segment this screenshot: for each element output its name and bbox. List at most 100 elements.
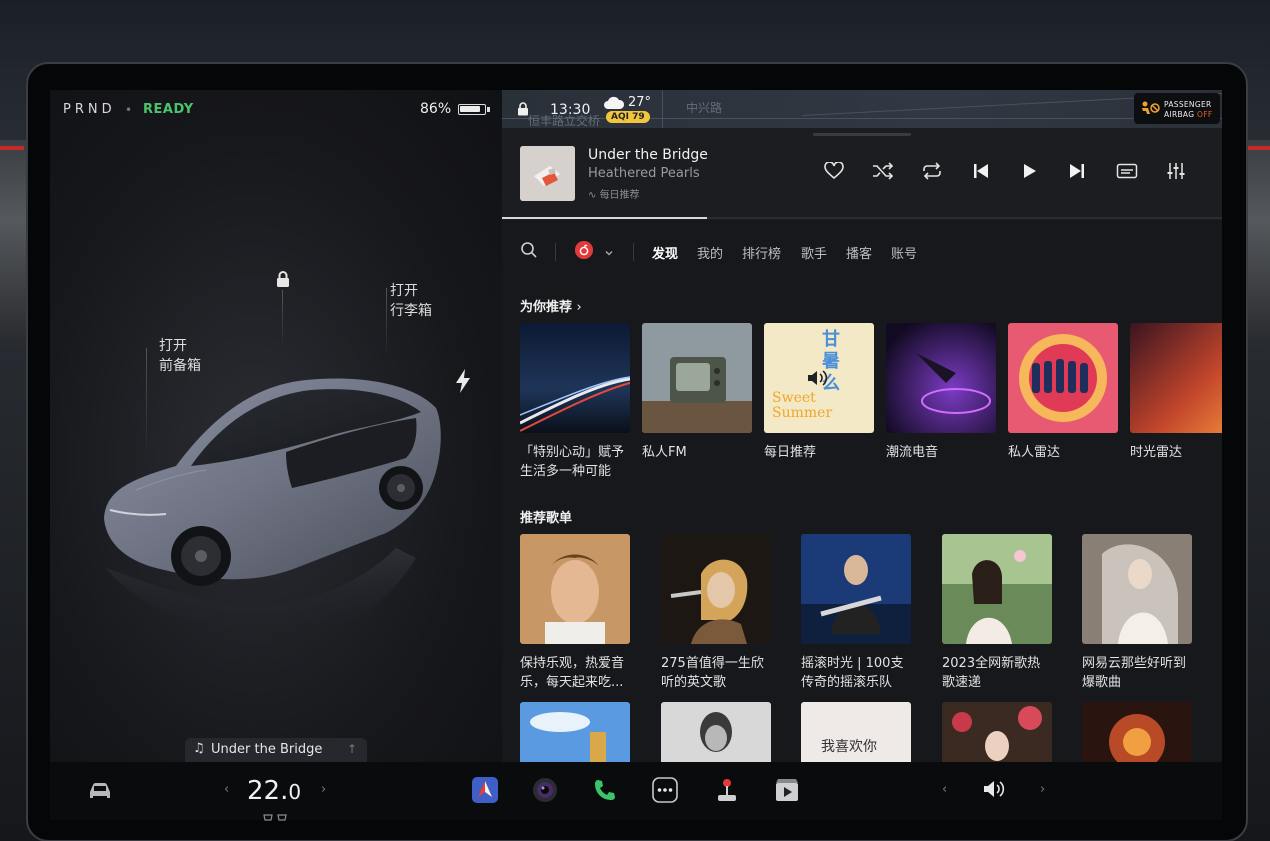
previous-track-icon[interactable]	[972, 162, 990, 184]
airbag-label-line2: AIRBAG OFF	[1164, 110, 1212, 119]
touchscreen-bezel: PRND • READY 86% 打开 前备箱 打开 行李箱 ♫ Under t…	[26, 62, 1248, 841]
charge-port-icon[interactable]	[454, 368, 472, 398]
tile-caption: 私人FM	[642, 443, 752, 462]
camera-app-icon[interactable]	[532, 777, 558, 807]
drag-handle[interactable]	[813, 133, 911, 136]
playlist-tile[interactable]: 保持乐观，热爱音 乐，每天起来吃...	[520, 534, 630, 692]
playlist-tile[interactable]	[520, 702, 630, 762]
gear-indicator: PRND	[63, 102, 116, 117]
tile-caption-line: 生活多一种可能	[520, 464, 612, 479]
chevron-up-icon[interactable]: ↑	[347, 742, 357, 756]
car-panel: PRND • READY 86% 打开 前备箱 打开 行李箱 ♫ Under t…	[50, 90, 502, 762]
track-title: Under the Bridge	[588, 147, 708, 163]
recommend-tile[interactable]: 潮流电音	[886, 323, 996, 462]
aqi-badge: AQI 79	[606, 111, 650, 123]
temp-decrease-icon[interactable]: ‹	[224, 782, 229, 797]
repeat-icon[interactable]	[921, 162, 943, 184]
playlist-tile[interactable]: 2023全网新歌热 歌速递	[942, 534, 1052, 692]
recommend-section-title[interactable]: 为你推荐 ›	[520, 296, 582, 315]
playlist-tile[interactable]: 我喜欢你	[801, 702, 911, 762]
tile-cover	[520, 534, 630, 644]
search-icon[interactable]	[520, 241, 538, 263]
playlist-tile[interactable]: 摇滚时光 | 100支 传奇的摇滚乐队	[801, 534, 911, 692]
tile-cover	[942, 702, 1052, 762]
clock: 13:30	[550, 102, 591, 118]
equalizer-icon[interactable]	[1166, 162, 1186, 184]
tile-caption-line: 听的英文歌	[661, 675, 727, 690]
netease-music-logo-icon[interactable]	[575, 241, 593, 259]
nav-tabs: 发现 我的 排行榜 歌手 播客 账号	[502, 232, 1222, 266]
seat-heater-icon[interactable]	[262, 808, 290, 827]
tile-caption-line: 网易云那些好听到	[1082, 656, 1187, 671]
tile-caption-line: 潮流电音	[886, 445, 939, 460]
tile-cover: 我喜欢你	[801, 702, 911, 762]
tab-discover[interactable]: 发现	[652, 243, 678, 262]
trunk-label-line2: 行李箱	[390, 303, 432, 319]
recommend-tile[interactable]: 时光雷达	[1130, 323, 1222, 462]
cabin-temperature[interactable]: 22.0	[247, 776, 301, 806]
playlist-tile[interactable]	[1082, 702, 1192, 762]
tab-podcasts[interactable]: 播客	[846, 243, 872, 262]
tile-caption: 2023全网新歌热 歌速递	[942, 654, 1052, 692]
tile-caption: 网易云那些好听到 爆歌曲	[1082, 654, 1192, 692]
display: PRND • READY 86% 打开 前备箱 打开 行李箱 ♫ Under t…	[50, 90, 1222, 762]
playlist-tile[interactable]: 网易云那些好听到 爆歌曲	[1082, 534, 1192, 692]
volume-increase-icon[interactable]: ›	[1040, 782, 1045, 797]
playlist-tile[interactable]	[661, 702, 771, 762]
now-playing-bar[interactable]: Under the Bridge Heathered Pearls ∿ 每日推荐	[502, 128, 1222, 220]
recommend-tile[interactable]: 私人FM	[642, 323, 752, 462]
shuffle-icon[interactable]	[872, 162, 894, 184]
more-apps-icon[interactable]	[652, 777, 678, 807]
open-trunk-button[interactable]: 打开 行李箱	[390, 281, 432, 321]
tile-caption-line: 歌速递	[942, 675, 982, 690]
album-art[interactable]	[520, 146, 575, 201]
lyrics-icon[interactable]	[1116, 162, 1138, 184]
theater-clapper-icon[interactable]	[774, 777, 800, 807]
recommend-title-text: 为你推荐	[520, 300, 573, 315]
playlist-tile[interactable]: 275首值得一生欣 听的英文歌	[661, 534, 771, 692]
divider	[633, 243, 634, 261]
tab-mine[interactable]: 我的	[697, 243, 723, 262]
track-source-label: 每日推荐	[599, 190, 640, 201]
temp-increase-icon[interactable]: ›	[321, 782, 326, 797]
cover-text: 我喜欢你	[821, 739, 877, 755]
music-app: 恒丰路立交桥 中兴路 13:30 27° AQI 79 PASSENGER AI…	[502, 90, 1222, 762]
next-track-icon[interactable]	[1068, 162, 1086, 184]
tile-caption: 保持乐观，热爱音 乐，每天起来吃...	[520, 654, 630, 692]
left-trim	[0, 146, 24, 150]
lock-icon[interactable]	[517, 101, 529, 120]
car-icon[interactable]	[86, 780, 114, 806]
phone-app-icon[interactable]	[592, 777, 618, 807]
chevron-down-icon[interactable]	[604, 243, 614, 262]
status-separator: •	[125, 103, 133, 117]
tab-artists[interactable]: 歌手	[801, 243, 827, 262]
volume-icon[interactable]	[982, 779, 1006, 803]
tile-caption: 私人雷达	[1008, 443, 1118, 462]
tab-charts[interactable]: 排行榜	[742, 243, 781, 262]
tile-caption: 摇滚时光 | 100支 传奇的摇滚乐队	[801, 654, 911, 692]
recommend-tile[interactable]: 「特别心动」赋予 生活多一种可能	[520, 323, 630, 481]
map-status-bar: 恒丰路立交桥 中兴路 13:30 27° AQI 79 PASSENGER AI…	[502, 90, 1222, 128]
navigation-app-icon[interactable]	[472, 777, 498, 807]
lock-icon[interactable]	[275, 270, 291, 292]
mini-player[interactable]: ♫ Under the Bridge ↑	[185, 738, 367, 762]
tab-account[interactable]: 账号	[891, 243, 917, 262]
progress-bar[interactable]	[502, 217, 1222, 219]
tile-caption: 时光雷达	[1130, 443, 1222, 462]
volume-decrease-icon[interactable]: ‹	[942, 782, 947, 797]
tile-cover: 甘暑么 Sweet Summer	[764, 323, 874, 433]
tile-caption: 每日推荐	[764, 443, 874, 462]
right-trim	[1246, 146, 1270, 150]
play-icon[interactable]	[1020, 162, 1038, 184]
heart-icon[interactable]	[824, 161, 844, 184]
recommend-tile[interactable]: 私人雷达	[1008, 323, 1118, 462]
tile-cover	[801, 534, 911, 644]
recommend-tile[interactable]: 甘暑么 Sweet Summer 每日推荐	[764, 323, 874, 462]
cover-text-line: Sweet	[772, 390, 816, 406]
tile-caption-line: 2023全网新歌热	[942, 656, 1041, 671]
arcade-joystick-icon[interactable]	[714, 777, 740, 807]
playlist-tile[interactable]	[942, 702, 1052, 762]
tile-cover	[661, 702, 771, 762]
tile-caption-line: 时光雷达	[1130, 445, 1183, 460]
cabin-temp-integer: 22.	[247, 776, 289, 806]
